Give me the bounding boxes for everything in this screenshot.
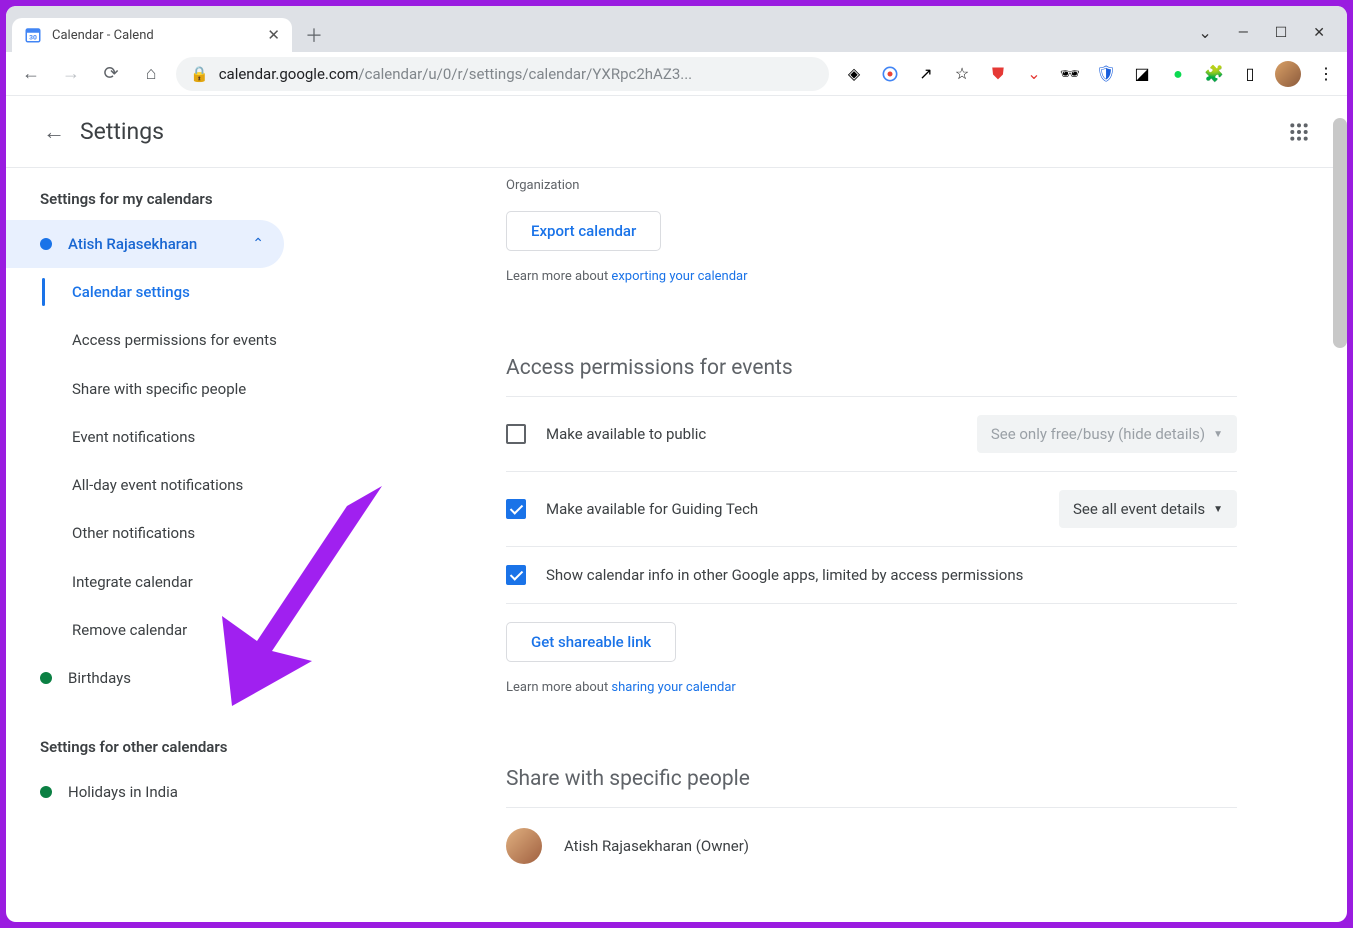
back-button[interactable]: ← bbox=[16, 59, 46, 89]
side-panel-icon[interactable]: ▯ bbox=[1239, 63, 1261, 85]
browser-tab-strip: 30 Calendar - Calend ✕ ＋ ⌄ — ☐ ✕ bbox=[6, 6, 1347, 52]
export-calendar-button[interactable]: Export calendar bbox=[506, 211, 661, 251]
share-person-name: Atish Rajasekharan (Owner) bbox=[564, 837, 749, 855]
dropdown-arrow-icon: ▼ bbox=[1213, 429, 1223, 440]
settings-main: Organization Export calendar Learn more … bbox=[306, 168, 1347, 922]
browser-tab[interactable]: 30 Calendar - Calend ✕ bbox=[12, 18, 292, 52]
sidebar-calendar-primary[interactable]: Atish Rajasekharan ⌃ bbox=[6, 220, 284, 268]
close-window-button[interactable]: ✕ bbox=[1313, 25, 1325, 41]
subnav-allday-notifications[interactable]: All-day event notifications bbox=[48, 461, 306, 509]
subnav-share-people[interactable]: Share with specific people bbox=[48, 365, 306, 413]
extension-icon-3[interactable]: ◪ bbox=[1131, 63, 1153, 85]
subnav-remove-calendar[interactable]: Remove calendar bbox=[48, 606, 306, 654]
home-button[interactable]: ⌂ bbox=[136, 59, 166, 89]
permission-org-label: Make available for Guiding Tech bbox=[546, 500, 758, 518]
google-apps-icon[interactable] bbox=[1279, 112, 1319, 152]
page-title: Settings bbox=[80, 118, 164, 145]
calendar-favicon-icon: 30 bbox=[24, 26, 42, 44]
pocket-icon[interactable]: ⌄ bbox=[1023, 63, 1045, 85]
profile-avatar-icon[interactable] bbox=[1275, 61, 1301, 87]
minimize-button[interactable]: — bbox=[1238, 25, 1249, 41]
dropdown-org-visibility[interactable]: See all event details▼ bbox=[1059, 490, 1237, 528]
learn-more-sharing: Learn more about sharing your calendar bbox=[506, 680, 1237, 695]
sidebar-section-my-calendars: Settings for my calendars bbox=[6, 182, 306, 220]
extension-icon-2[interactable]: 🕶 bbox=[1059, 63, 1081, 85]
reload-button[interactable]: ⟳ bbox=[96, 59, 126, 89]
subnav-calendar-settings[interactable]: Calendar settings bbox=[48, 268, 306, 316]
permission-org-row: Make available for Guiding Tech See all … bbox=[506, 471, 1237, 546]
permission-public-label: Make available to public bbox=[546, 425, 706, 443]
sidebar-calendar-birthdays[interactable]: Birthdays bbox=[6, 654, 284, 702]
chevron-down-icon[interactable]: ⌄ bbox=[1198, 23, 1211, 42]
calendar-color-dot bbox=[40, 238, 52, 250]
settings-sidebar: Settings for my calendars Atish Rajasekh… bbox=[6, 168, 306, 922]
permission-public-row: Make available to public See only free/b… bbox=[506, 396, 1237, 471]
chrome-menu-icon[interactable]: ⋮ bbox=[1315, 63, 1337, 85]
google-lens-icon[interactable] bbox=[879, 63, 901, 85]
permission-apps-label: Show calendar info in other Google apps,… bbox=[546, 566, 1023, 584]
svg-text:30: 30 bbox=[29, 34, 37, 42]
checkbox-public[interactable] bbox=[506, 424, 526, 444]
sidebar-calendar-label: Holidays in India bbox=[68, 783, 178, 801]
sharing-calendar-link[interactable]: sharing your calendar bbox=[611, 680, 735, 695]
share-person-row: Atish Rajasekharan (Owner) bbox=[506, 808, 1237, 864]
bookmark-icon[interactable]: ☆ bbox=[951, 63, 973, 85]
address-bar[interactable]: 🔒 calendar.google.com/calendar/u/0/r/set… bbox=[176, 57, 829, 91]
get-shareable-link-button[interactable]: Get shareable link bbox=[506, 622, 676, 662]
calendar-color-dot bbox=[40, 786, 52, 798]
avatar-icon bbox=[506, 828, 542, 864]
url-text: calendar.google.com/calendar/u/0/r/setti… bbox=[219, 65, 692, 83]
lock-icon: 🔒 bbox=[190, 65, 209, 83]
subnav-integrate-calendar[interactable]: Integrate calendar bbox=[48, 558, 306, 606]
sidebar-calendar-label: Atish Rajasekharan bbox=[68, 235, 197, 253]
scrollbar-thumb[interactable] bbox=[1333, 118, 1347, 348]
settings-header: ← Settings bbox=[6, 96, 1347, 168]
access-permissions-title: Access permissions for events bbox=[506, 356, 1237, 380]
bitwarden-icon[interactable]: 🛡 bbox=[1095, 63, 1117, 85]
sidebar-calendar-label: Birthdays bbox=[68, 669, 131, 687]
exporting-calendar-link[interactable]: exporting your calendar bbox=[611, 269, 747, 284]
browser-toolbar: ← → ⟳ ⌂ 🔒 calendar.google.com/calendar/u… bbox=[6, 52, 1347, 96]
extension-icon[interactable]: ◈ bbox=[843, 63, 865, 85]
ublock-icon[interactable]: ⛊ bbox=[987, 63, 1009, 85]
organization-label: Organization bbox=[506, 178, 1237, 193]
chevron-up-icon[interactable]: ⌃ bbox=[252, 236, 264, 252]
dropdown-arrow-icon: ▼ bbox=[1213, 504, 1223, 515]
extensions-puzzle-icon[interactable]: 🧩 bbox=[1203, 63, 1225, 85]
share-people-title: Share with specific people bbox=[506, 767, 1237, 791]
permission-apps-row: Show calendar info in other Google apps,… bbox=[506, 546, 1237, 604]
checkbox-org[interactable] bbox=[506, 499, 526, 519]
extension-row: ◈ ↗ ☆ ⛊ ⌄ 🕶 🛡 ◪ ● 🧩 ▯ ⋮ bbox=[839, 61, 1337, 87]
sidebar-subnav: Calendar settings Access permissions for… bbox=[46, 268, 306, 654]
subnav-other-notifications[interactable]: Other notifications bbox=[48, 509, 306, 557]
sidebar-calendar-holidays[interactable]: Holidays in India bbox=[6, 768, 284, 816]
subnav-access-permissions[interactable]: Access permissions for events bbox=[48, 316, 306, 364]
sidebar-section-other-calendars: Settings for other calendars bbox=[6, 730, 306, 768]
window-controls: ⌄ — ☐ ✕ bbox=[1198, 23, 1337, 52]
close-tab-icon[interactable]: ✕ bbox=[267, 26, 280, 44]
new-tab-button[interactable]: ＋ bbox=[300, 21, 328, 49]
subnav-event-notifications[interactable]: Event notifications bbox=[48, 413, 306, 461]
settings-back-button[interactable]: ← bbox=[34, 112, 74, 152]
calendar-color-dot bbox=[40, 672, 52, 684]
share-icon[interactable]: ↗ bbox=[915, 63, 937, 85]
checkbox-apps[interactable] bbox=[506, 565, 526, 585]
dropdown-public-visibility: See only free/busy (hide details)▼ bbox=[977, 415, 1237, 453]
extension-icon-4[interactable]: ● bbox=[1167, 63, 1189, 85]
forward-button: → bbox=[56, 59, 86, 89]
maximize-button[interactable]: ☐ bbox=[1275, 25, 1288, 41]
tab-title: Calendar - Calend bbox=[52, 28, 257, 43]
learn-more-export: Learn more about exporting your calendar bbox=[506, 269, 1237, 284]
